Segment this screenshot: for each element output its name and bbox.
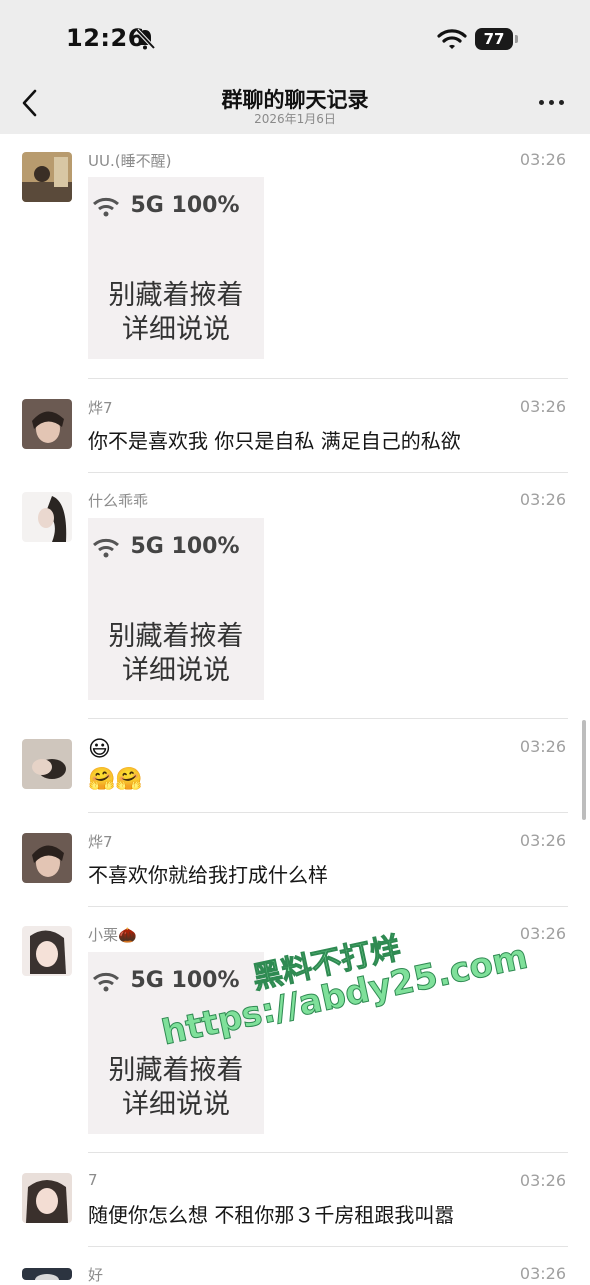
watermark-overlay: 黑料不打烊 https://abdy25.com — [150, 892, 566, 1093]
message-time: 03:26 — [519, 737, 566, 756]
emoji-hug: 🤗🤗 — [88, 767, 143, 792]
wifi-icon — [437, 29, 467, 49]
sticker-image[interactable]: 5G 100% 别藏着掖着 详细说说 — [88, 177, 264, 359]
avatar[interactable] — [22, 492, 72, 542]
divider — [88, 718, 568, 719]
battery-level: 77 — [475, 28, 513, 50]
message-time: 03:26 — [519, 831, 566, 850]
divider — [88, 378, 568, 379]
page-subtitle-date: 2026年1月6日 — [254, 112, 336, 126]
sender-name: 7 — [88, 1171, 98, 1189]
sticker-status-text: 5G 100% — [130, 193, 240, 218]
sender-name: 小栗🌰 — [88, 926, 137, 944]
sticker-line-2: 详细说说 — [122, 314, 230, 345]
emoji-smile: 😃 — [88, 737, 111, 762]
avatar[interactable] — [22, 739, 72, 789]
more-options-icon[interactable] — [537, 96, 567, 110]
sender-name: 烨7 — [88, 399, 113, 417]
sender-name: 烨7 — [88, 833, 113, 851]
battery-indicator: 77 — [475, 28, 519, 52]
message-time: 03:26 — [519, 397, 566, 416]
divider — [88, 1246, 568, 1247]
sticker-line-2: 详细说说 — [122, 655, 230, 686]
sticker-status-text: 5G 100% — [130, 534, 240, 559]
message-time: 03:26 — [519, 1264, 566, 1283]
divider — [88, 1152, 568, 1153]
avatar[interactable] — [22, 399, 72, 449]
top-bar: 12:26 77 群聊的聊天记录 2026年1月6日 — [0, 0, 590, 134]
sender-name: 什么乖乖 — [88, 492, 149, 510]
sender-name: 好 — [88, 1266, 104, 1284]
divider — [88, 812, 568, 813]
sticker-image[interactable]: 5G 100% 别藏着掖着 详细说说 — [88, 518, 264, 700]
message-text: 不喜欢你就给我打成什么样 — [88, 863, 328, 887]
avatar[interactable] — [22, 152, 72, 202]
avatar[interactable] — [22, 926, 72, 976]
avatar[interactable] — [22, 1173, 72, 1223]
message-time: 03:26 — [519, 1171, 566, 1190]
message-text: 你不是喜欢我 你只是自私 满足自己的私欲 — [88, 429, 461, 453]
bell-muted-icon — [135, 28, 155, 50]
divider — [88, 472, 568, 473]
avatar[interactable] — [22, 833, 72, 883]
scrollbar[interactable] — [582, 720, 586, 820]
message-time: 03:26 — [519, 490, 566, 509]
status-time: 12:26 — [66, 24, 145, 52]
message-time: 03:26 — [519, 150, 566, 169]
sender-name: UU.(睡不醒) — [88, 152, 172, 170]
message-text: 随便你怎么想 不租你那３千房租跟我叫嚣 — [88, 1203, 455, 1227]
avatar[interactable] — [22, 1268, 72, 1280]
